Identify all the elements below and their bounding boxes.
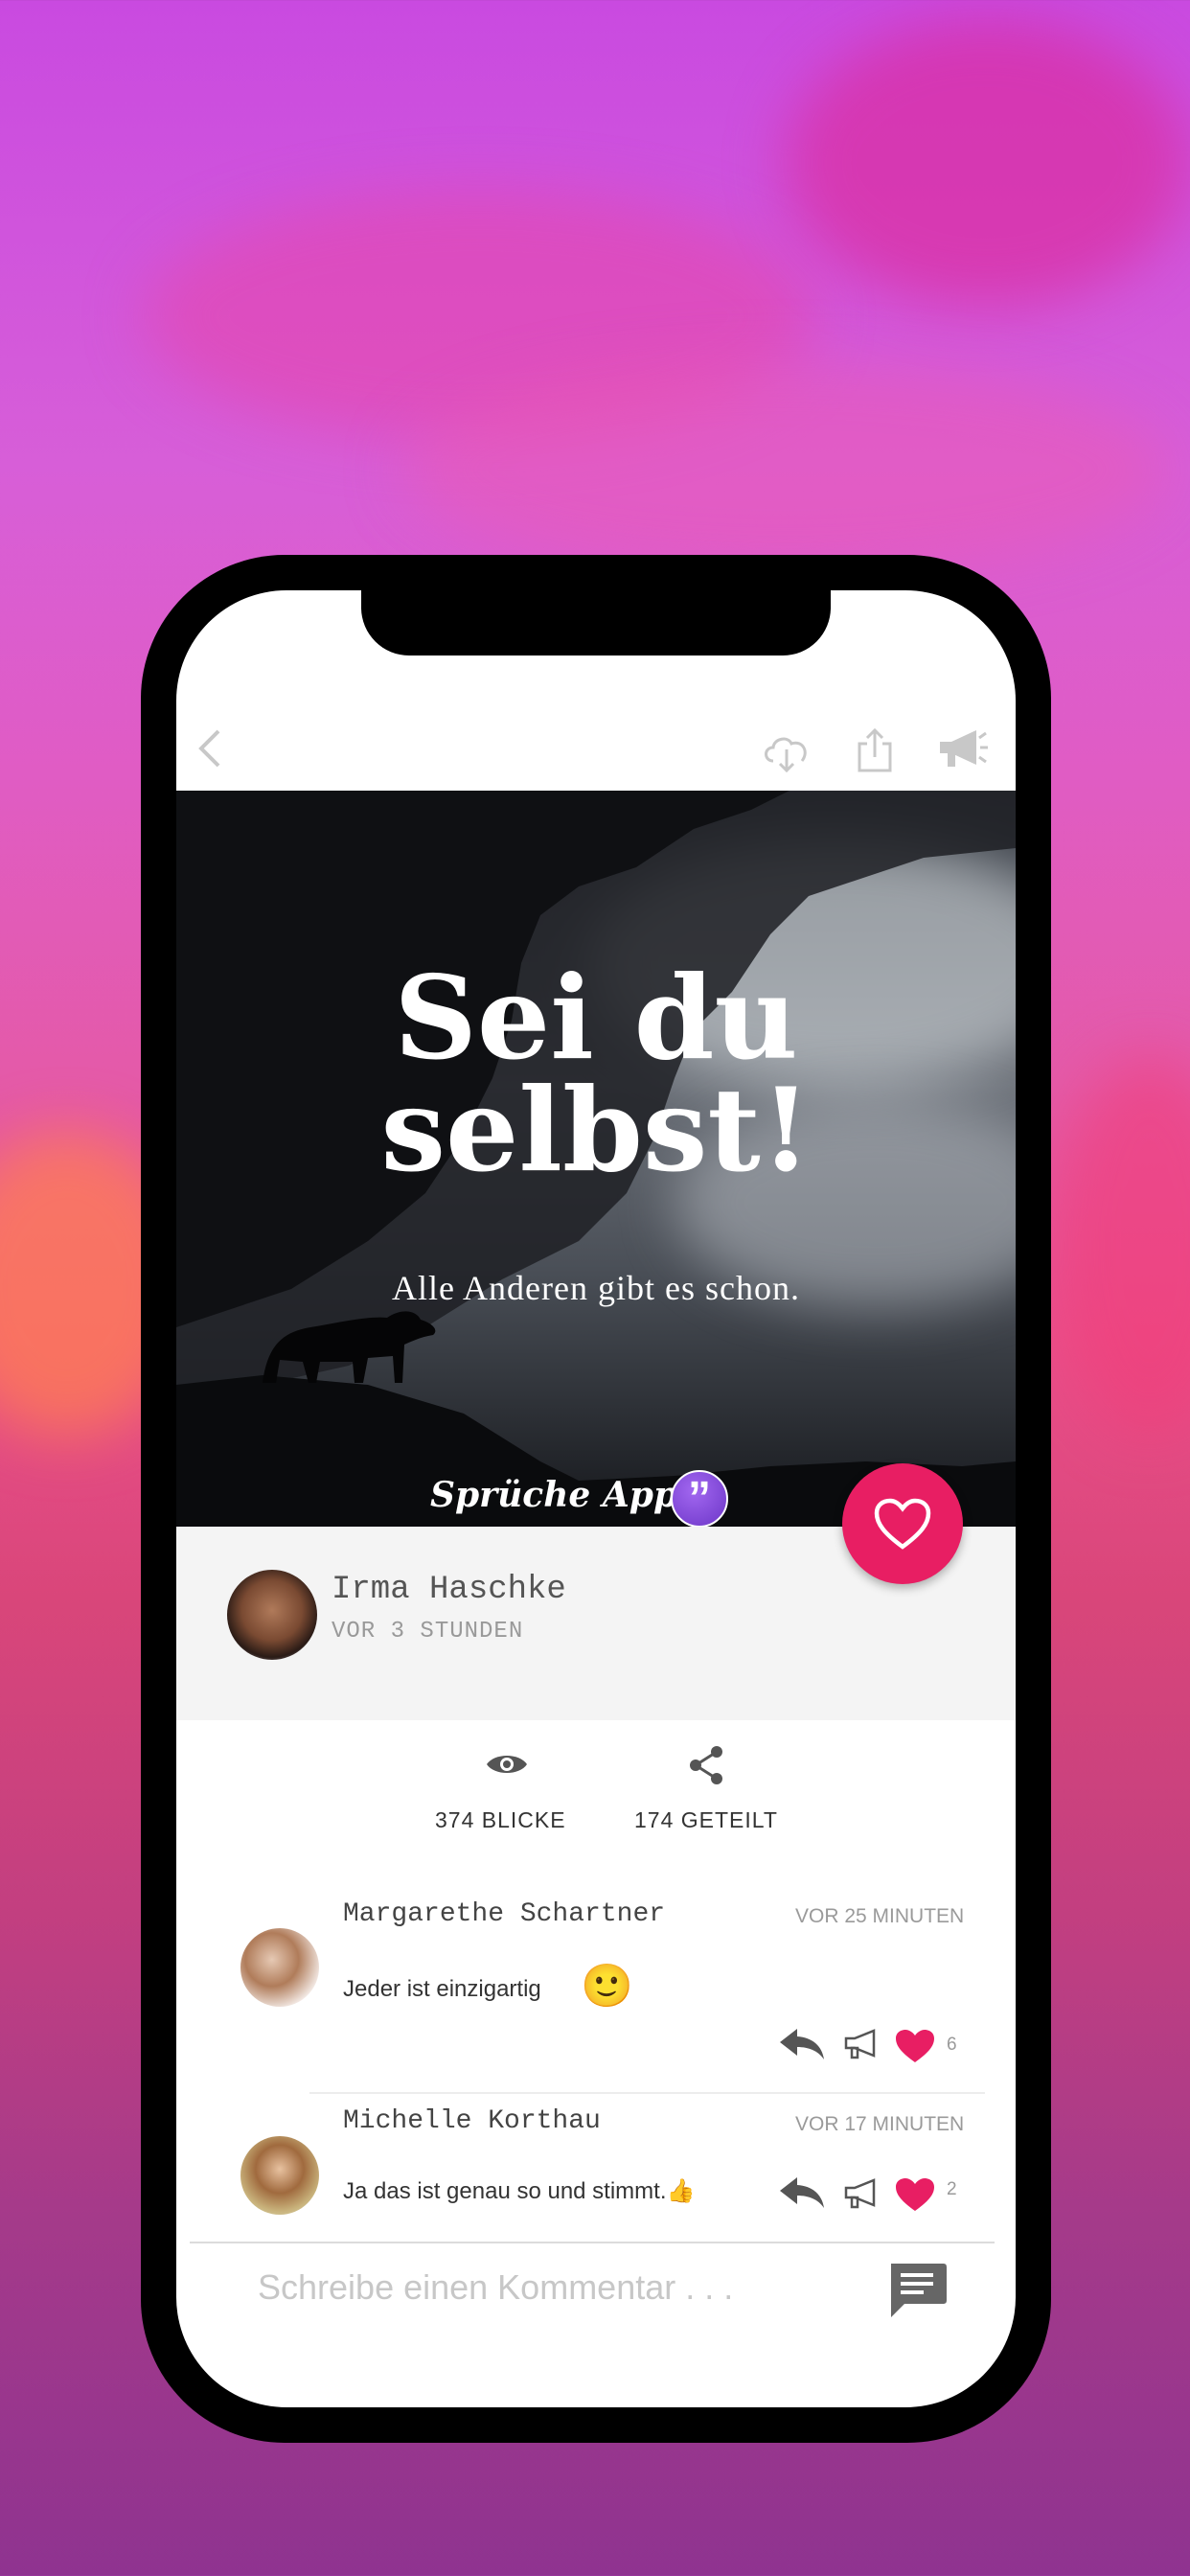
megaphone-report-icon[interactable] bbox=[843, 2028, 881, 2065]
quote-title-line1: Sei du bbox=[394, 951, 798, 1086]
comment-like-count: 6 bbox=[947, 2035, 957, 2055]
reply-icon[interactable] bbox=[778, 2175, 826, 2215]
brand-quote-icon: ” bbox=[671, 1470, 728, 1527]
comment-like-count: 2 bbox=[947, 2179, 957, 2199]
comment-divider bbox=[309, 2092, 985, 2094]
commenter-avatar[interactable] bbox=[240, 2136, 319, 2215]
quote-subtitle: Alle Anderen gibt es schon. bbox=[392, 1269, 800, 1307]
back-chevron-icon[interactable] bbox=[186, 724, 234, 772]
heart-filled-icon[interactable] bbox=[894, 2028, 936, 2069]
cloud-download-icon[interactable] bbox=[758, 724, 815, 778]
shares-count: 174 GETEILT bbox=[634, 1807, 778, 1832]
phone-notch bbox=[361, 590, 831, 656]
post-image[interactable]: Sei du selbst! Alle Anderen gibt es scho… bbox=[176, 791, 1016, 1527]
comment-timestamp: VOR 17 MINUTEN bbox=[795, 2113, 965, 2135]
share-network-icon[interactable] bbox=[687, 1745, 725, 1790]
composer-divider bbox=[190, 2242, 995, 2243]
comment-input[interactable]: Schreibe einen Kommentar . . . bbox=[258, 2267, 733, 2308]
like-button[interactable] bbox=[842, 1463, 963, 1584]
commenter-avatar[interactable] bbox=[240, 1928, 319, 2007]
author-name[interactable]: Irma Haschke bbox=[332, 1572, 566, 1608]
comment-text: Ja das ist genau so und stimmt.👍 bbox=[343, 2178, 696, 2204]
commenter-name[interactable]: Michelle Korthau bbox=[343, 2106, 601, 2136]
comment-text: Jeder ist einzigartig bbox=[343, 1976, 541, 2002]
commenter-name[interactable]: Margarethe Schartner bbox=[343, 1899, 665, 1929]
background-cloud bbox=[402, 364, 1169, 575]
quote-title-line2: selbst! bbox=[380, 1063, 812, 1198]
smiley-emoji: 🙂 bbox=[581, 1963, 633, 2010]
share-upload-icon[interactable] bbox=[851, 723, 899, 776]
send-comment-icon[interactable] bbox=[885, 2262, 949, 2326]
app-screen: Sei du selbst! Alle Anderen gibt es scho… bbox=[176, 590, 1016, 2407]
post-timestamp: VOR 3 STUNDEN bbox=[332, 1619, 524, 1644]
reply-icon[interactable] bbox=[778, 2027, 826, 2066]
views-count: 374 BLICKE bbox=[435, 1807, 566, 1832]
brand-logo-text: Sprüche App bbox=[430, 1475, 678, 1515]
views-icon bbox=[485, 1750, 529, 1783]
phone-frame: Sei du selbst! Alle Anderen gibt es scho… bbox=[141, 555, 1051, 2443]
heart-outline-icon bbox=[874, 1498, 931, 1550]
megaphone-report-icon[interactable] bbox=[843, 2177, 881, 2215]
heart-filled-icon[interactable] bbox=[894, 2176, 936, 2218]
background-cloud bbox=[786, 19, 1188, 307]
megaphone-icon[interactable] bbox=[935, 724, 993, 772]
background-cloud bbox=[1054, 1054, 1190, 1438]
author-avatar[interactable] bbox=[227, 1570, 317, 1660]
top-toolbar bbox=[176, 705, 1016, 792]
comment-timestamp: VOR 25 MINUTEN bbox=[795, 1905, 965, 1927]
